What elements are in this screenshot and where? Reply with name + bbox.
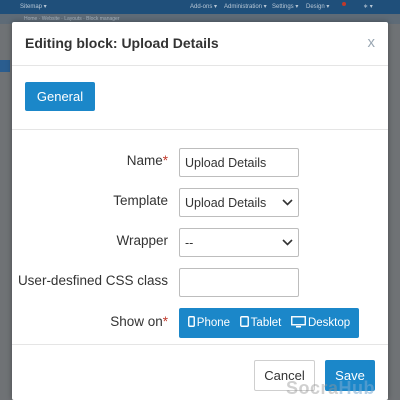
bg-menu-addons: Add-ons ▾ (190, 4, 218, 10)
required-marker: * (162, 314, 168, 329)
close-icon[interactable]: x (368, 34, 376, 51)
phone-icon (187, 316, 197, 330)
tablet-icon (239, 316, 251, 330)
css-class-label: User-desfined CSS class (17, 273, 168, 288)
template-label: Template (113, 193, 168, 208)
name-input[interactable] (179, 148, 299, 177)
wrapper-select[interactable]: -- (179, 228, 299, 257)
show-on-label: Show on* (110, 314, 168, 329)
device-tablet-button[interactable]: Tablet (239, 316, 281, 330)
name-label: Name* (126, 153, 168, 168)
modal-title: Editing block: Upload Details (25, 35, 219, 51)
bg-notification-icon (342, 2, 346, 6)
required-marker: * (162, 153, 168, 168)
css-class-input[interactable] (179, 268, 299, 297)
bg-menu-administration: Administration ▾ (224, 4, 267, 10)
bg-menu-settings: Settings ▾ (272, 4, 299, 10)
tab-general[interactable]: General (25, 82, 95, 111)
edit-block-modal: Editing block: Upload Details x General … (12, 22, 388, 400)
background-topbar: Sitemap ▾ Add-ons ▾ Administration ▾ Set… (0, 0, 400, 14)
tabs-area: General (12, 66, 388, 130)
bg-menu-sitemap: Sitemap ▾ (20, 4, 47, 10)
device-desktop-button[interactable]: Desktop (291, 315, 350, 331)
template-select[interactable]: Upload Details (179, 188, 299, 217)
desktop-icon (291, 315, 308, 331)
bg-side-tab (0, 60, 10, 72)
modal-header: Editing block: Upload Details x (12, 22, 388, 66)
device-toggle-group: Phone Tablet Desktop (179, 308, 359, 338)
watermark-logo: SocraHub (286, 378, 376, 398)
chevron-down-icon (282, 237, 293, 249)
bg-menu-misc: ∗ ▾ (363, 4, 373, 10)
template-select-value: Upload Details (185, 195, 267, 210)
device-phone-button[interactable]: Phone (187, 316, 230, 330)
bg-menu-design: Design ▾ (306, 4, 330, 10)
wrapper-label: Wrapper (116, 233, 168, 248)
chevron-down-icon (282, 197, 293, 209)
wrapper-select-value: -- (185, 235, 194, 250)
